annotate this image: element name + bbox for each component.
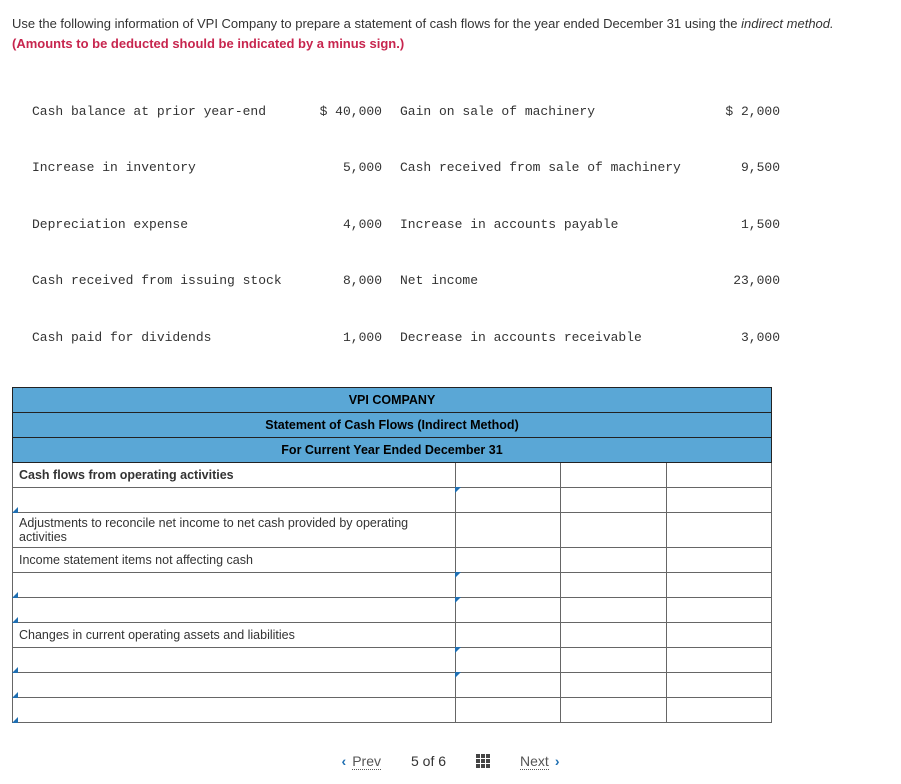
input-cell[interactable] [561, 672, 666, 697]
prev-label: Prev [352, 753, 381, 770]
input-cell[interactable] [13, 647, 456, 672]
cash-flow-statement-table: VPI COMPANY Statement of Cash Flows (Ind… [12, 387, 772, 723]
section-adjustments: Adjustments to reconcile net income to n… [13, 512, 456, 547]
pager: ‹ Prev 5 of 6 Next › [12, 723, 889, 770]
data-row: Increase in inventory 5,000 Cash receive… [32, 159, 889, 178]
input-cell[interactable] [455, 547, 560, 572]
input-cell[interactable] [666, 547, 771, 572]
input-cell[interactable] [13, 572, 456, 597]
input-cell[interactable] [455, 512, 560, 547]
input-cell[interactable] [455, 697, 560, 722]
input-cell[interactable] [561, 487, 666, 512]
input-cell[interactable] [561, 462, 666, 487]
pager-position: 5 of 6 [411, 753, 446, 769]
input-cell[interactable] [666, 672, 771, 697]
input-cell[interactable] [666, 622, 771, 647]
input-cell[interactable] [666, 512, 771, 547]
data-row: Cash paid for dividends 1,000 Decrease i… [32, 329, 889, 348]
input-cell[interactable] [666, 462, 771, 487]
input-cell[interactable] [561, 547, 666, 572]
given-data-block: Cash balance at prior year-end $ 40,000 … [32, 65, 889, 367]
section-income-items: Income statement items not affecting cas… [13, 547, 456, 572]
input-cell[interactable] [455, 572, 560, 597]
input-cell[interactable] [455, 672, 560, 697]
input-cell[interactable] [561, 647, 666, 672]
input-cell[interactable] [666, 697, 771, 722]
input-cell[interactable] [561, 597, 666, 622]
next-button[interactable]: Next › [520, 753, 559, 770]
input-cell[interactable] [13, 597, 456, 622]
chevron-left-icon: ‹ [342, 753, 347, 769]
table-header-period: For Current Year Ended December 31 [13, 437, 772, 462]
input-cell[interactable] [13, 487, 456, 512]
grid-icon[interactable] [476, 754, 490, 768]
input-cell[interactable] [455, 597, 560, 622]
input-cell[interactable] [561, 572, 666, 597]
input-cell[interactable] [13, 697, 456, 722]
data-row: Cash received from issuing stock 8,000 N… [32, 272, 889, 291]
chevron-right-icon: › [555, 753, 560, 769]
question-instructions: Use the following information of VPI Com… [12, 14, 889, 53]
table-header-title: Statement of Cash Flows (Indirect Method… [13, 412, 772, 437]
input-cell[interactable] [455, 487, 560, 512]
instruction-red: (Amounts to be deducted should be indica… [12, 36, 404, 51]
instruction-text: Use the following information of VPI Com… [12, 16, 741, 31]
section-changes: Changes in current operating assets and … [13, 622, 456, 647]
input-cell[interactable] [666, 597, 771, 622]
table-header-company: VPI COMPANY [13, 387, 772, 412]
input-cell[interactable] [666, 647, 771, 672]
data-row: Depreciation expense 4,000 Increase in a… [32, 216, 889, 235]
input-cell[interactable] [455, 462, 560, 487]
input-cell[interactable] [455, 622, 560, 647]
input-cell[interactable] [561, 512, 666, 547]
input-cell[interactable] [666, 572, 771, 597]
data-row: Cash balance at prior year-end $ 40,000 … [32, 103, 889, 122]
input-cell[interactable] [13, 672, 456, 697]
section-operating: Cash flows from operating activities [13, 462, 456, 487]
input-cell[interactable] [561, 622, 666, 647]
instruction-italic: indirect method. [741, 16, 834, 31]
next-label: Next [520, 753, 549, 770]
input-cell[interactable] [455, 647, 560, 672]
input-cell[interactable] [561, 697, 666, 722]
prev-button[interactable]: ‹ Prev [342, 753, 381, 770]
input-cell[interactable] [666, 487, 771, 512]
